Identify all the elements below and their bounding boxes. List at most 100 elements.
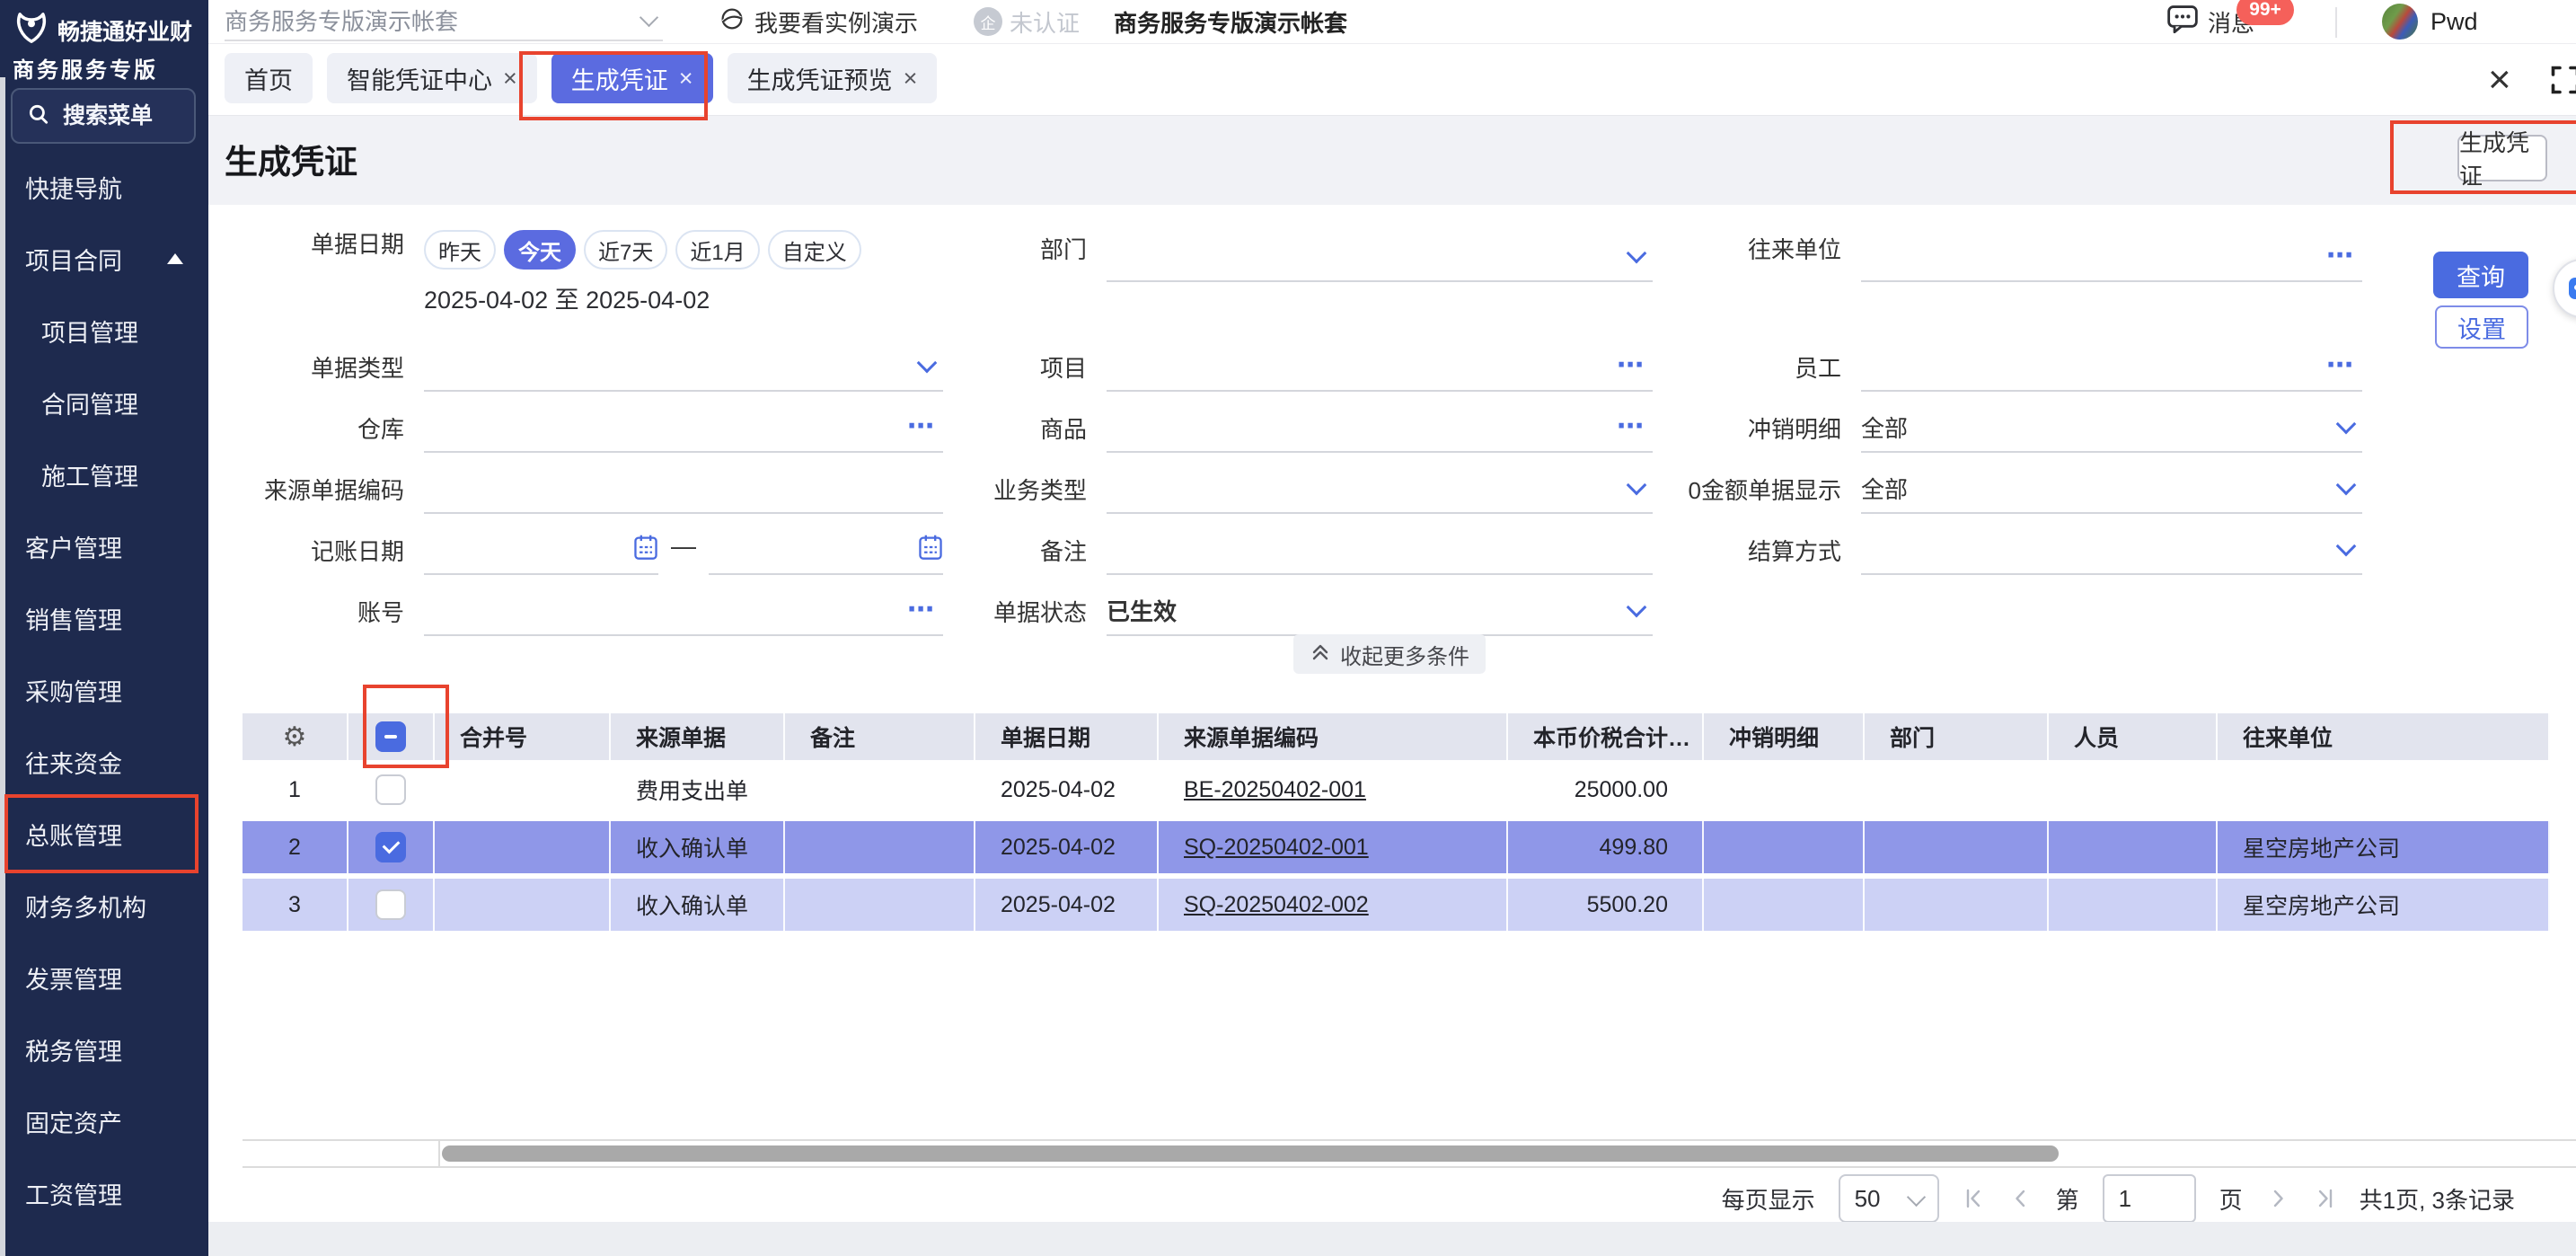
ellipsis-picker-icon[interactable]: ⋯	[907, 413, 936, 440]
col-dept[interactable]: 部门	[1865, 713, 2049, 760]
tab-close-icon[interactable]: ×	[904, 65, 918, 93]
source-code-link[interactable]: SQ-20250402-002	[1184, 892, 1369, 918]
ellipsis-picker-icon[interactable]: ⋯	[907, 597, 936, 624]
row-select-cell[interactable]	[348, 879, 435, 931]
sidebar-item-funds[interactable]: 往来资金	[0, 726, 208, 798]
scrollbar-thumb[interactable]	[442, 1145, 2059, 1162]
ellipsis-picker-icon[interactable]: ⋯	[1617, 413, 1645, 440]
calendar-icon[interactable]	[633, 534, 658, 565]
dept-input[interactable]	[1107, 232, 1653, 282]
gear-icon[interactable]: ⚙	[283, 721, 307, 753]
account-no-input[interactable]: ⋯	[424, 586, 943, 636]
tab-home[interactable]: 首页	[225, 53, 313, 103]
last-page-icon[interactable]	[2313, 1186, 2336, 1211]
source-code-input[interactable]	[424, 464, 943, 514]
col-doc-date[interactable]: 单据日期	[975, 713, 1159, 760]
ellipsis-picker-icon[interactable]: ⋯	[2326, 243, 2355, 270]
date-preset-today[interactable]: 今天	[504, 230, 576, 270]
generate-voucher-button[interactable]: 生成凭证	[2457, 135, 2547, 181]
partner-input[interactable]: ⋯	[1861, 232, 2362, 282]
table-row-selected[interactable]: 2 收入确认单 2025-04-02 SQ-20250402-001 499.8…	[243, 821, 2550, 873]
note-input[interactable]	[1107, 525, 1653, 575]
next-page-icon[interactable]	[2266, 1186, 2289, 1211]
book-date-end-input[interactable]	[709, 525, 943, 575]
tab-voucher-preview[interactable]: 生成凭证预览 ×	[728, 53, 938, 103]
tab-close-icon[interactable]: ×	[503, 65, 517, 93]
table-row[interactable]: 3 收入确认单 2025-04-02 SQ-20250402-002 5500.…	[243, 879, 2550, 931]
sidebar-item-payroll-mgmt[interactable]: 工资管理	[0, 1157, 208, 1229]
book-date-start-input[interactable]	[424, 525, 658, 575]
page-number-input-box[interactable]	[2103, 1174, 2196, 1223]
col-partner[interactable]: 往来单位	[2218, 713, 2550, 760]
doc-status-select[interactable]: 已生效	[1107, 586, 1653, 636]
sidebar-item-project-contract[interactable]: 项目合同	[0, 223, 208, 295]
select-all-checkbox[interactable]	[375, 721, 406, 752]
project-input[interactable]: ⋯	[1107, 341, 1653, 392]
writeoff-select[interactable]: 全部	[1861, 402, 2362, 453]
close-icon[interactable]: ×	[2488, 44, 2511, 115]
col-writeoff[interactable]: 冲销明细	[1704, 713, 1865, 760]
fullscreen-icon[interactable]	[2549, 64, 2576, 101]
date-preset-1month[interactable]: 近1月	[675, 230, 759, 270]
page-size-select[interactable]: 50	[1839, 1174, 1939, 1223]
account-book-selector[interactable]: 商务服务专版演示帐套	[225, 0, 663, 41]
sidebar-item-project-mgmt[interactable]: 项目管理	[0, 295, 208, 367]
chevron-down-icon[interactable]	[2336, 475, 2357, 496]
row-checkbox[interactable]	[375, 889, 406, 920]
chevron-down-icon[interactable]	[2336, 536, 2357, 557]
demo-link[interactable]: 我要看实例演示	[719, 0, 918, 43]
col-note[interactable]: 备注	[785, 713, 975, 760]
first-page-icon[interactable]	[1963, 1186, 1986, 1211]
goods-input[interactable]: ⋯	[1107, 402, 1653, 453]
sidebar-item-customer-mgmt[interactable]: 客户管理	[0, 510, 208, 582]
prev-page-icon[interactable]	[2009, 1186, 2033, 1211]
tab-smart-voucher-center[interactable]: 智能凭证中心 ×	[327, 53, 537, 103]
sidebar-item-tax-mgmt[interactable]: 税务管理	[0, 1013, 208, 1085]
col-merge-no[interactable]: 合并号	[435, 713, 611, 760]
col-source-code[interactable]: 来源单据编码	[1159, 713, 1508, 760]
source-code-link[interactable]: BE-20250402-001	[1184, 777, 1366, 803]
tab-generate-voucher[interactable]: 生成凭证 ×	[551, 53, 713, 103]
ellipsis-picker-icon[interactable]: ⋯	[2326, 352, 2355, 379]
sidebar-scrollbar-track[interactable]	[0, 77, 5, 1256]
doc-type-input[interactable]	[424, 341, 943, 392]
row-checkbox[interactable]	[375, 774, 406, 805]
chevron-down-icon[interactable]	[2336, 414, 2357, 435]
zero-amount-select[interactable]: 全部	[1861, 464, 2362, 514]
sidebar-item-general-ledger[interactable]: 总账管理	[0, 798, 208, 870]
sidebar-item-quick-nav[interactable]: 快捷导航	[0, 151, 208, 223]
sidebar-item-fixed-assets[interactable]: 固定资产	[0, 1085, 208, 1157]
date-preset-7days[interactable]: 近7天	[584, 230, 667, 270]
employee-input[interactable]: ⋯	[1861, 341, 2362, 392]
chevron-down-icon[interactable]	[917, 353, 938, 374]
settings-button[interactable]: 设置	[2435, 305, 2528, 349]
chevron-down-icon[interactable]	[1627, 475, 1647, 496]
row-select-cell[interactable]	[348, 821, 435, 873]
sidebar-item-multi-finance[interactable]: 财务多机构	[0, 870, 208, 942]
biz-type-select[interactable]	[1107, 464, 1653, 514]
calendar-icon[interactable]	[918, 534, 943, 565]
row-checkbox-checked[interactable]	[375, 832, 406, 862]
user-name[interactable]: Pwd	[2430, 0, 2478, 43]
settle-method-select[interactable]	[1861, 525, 2362, 575]
chevron-down-icon[interactable]	[1627, 597, 1647, 618]
col-person[interactable]: 人员	[2049, 713, 2218, 760]
sidebar-item-invoice-mgmt[interactable]: 发票管理	[0, 942, 208, 1013]
sidebar-item-sales-mgmt[interactable]: 销售管理	[0, 582, 208, 654]
column-settings-header[interactable]: ⚙	[243, 713, 348, 760]
collapse-filters-button[interactable]: 收起更多条件	[1293, 634, 1486, 674]
col-source-doc[interactable]: 来源单据	[611, 713, 785, 760]
table-row[interactable]: 1 费用支出单 2025-04-02 BE-20250402-001 25000…	[243, 764, 2550, 816]
source-code-link[interactable]: SQ-20250402-001	[1184, 835, 1369, 861]
sidebar-item-construction-mgmt[interactable]: 施工管理	[0, 438, 208, 510]
select-all-header[interactable]	[348, 713, 435, 760]
search-input[interactable]	[61, 102, 181, 130]
sidebar-item-purchase-mgmt[interactable]: 采购管理	[0, 654, 208, 726]
query-button[interactable]: 查询	[2433, 252, 2528, 298]
tab-close-icon[interactable]: ×	[679, 65, 693, 93]
date-preset-custom[interactable]: 自定义	[768, 230, 861, 270]
ellipsis-picker-icon[interactable]: ⋯	[1617, 352, 1645, 379]
row-select-cell[interactable]	[348, 764, 435, 816]
page-number-input[interactable]	[2104, 1176, 2194, 1221]
user-avatar[interactable]	[2382, 4, 2418, 40]
